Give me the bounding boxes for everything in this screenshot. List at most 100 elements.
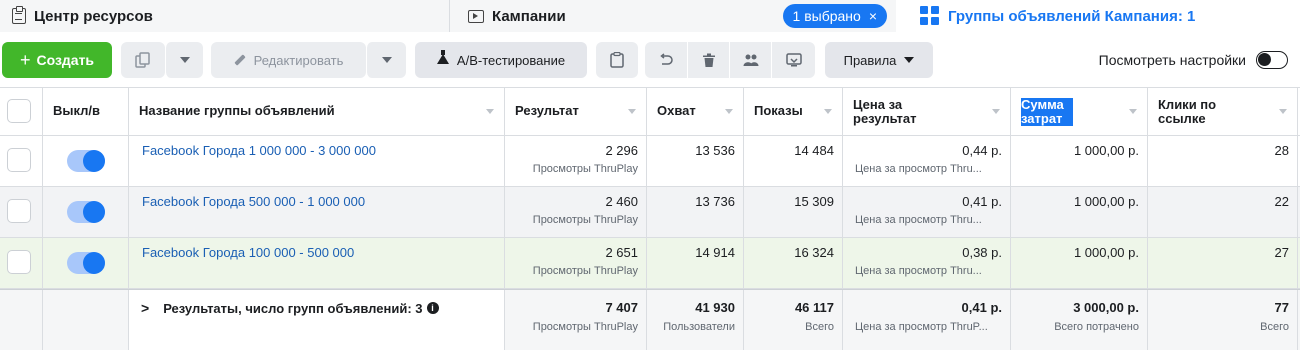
row-select-cell xyxy=(0,187,43,237)
chevron-down-icon xyxy=(179,57,190,63)
audience-button[interactable] xyxy=(729,42,771,78)
chevron-right-icon[interactable]: > xyxy=(141,300,149,316)
totals-spent-value: 3 000,00 р. xyxy=(1073,300,1139,315)
duplicate-button[interactable] xyxy=(121,42,165,78)
tab-adsets-label: Группы объявлений Кампания: 1 xyxy=(948,7,1196,25)
cost-value: 0,38 р. xyxy=(962,245,1002,260)
table-header: Выкл/в Название группы объявлений Резуль… xyxy=(0,87,1300,136)
row-impressions-cell: 16 324 xyxy=(744,238,843,288)
preview-button[interactable] xyxy=(771,42,815,78)
rules-button[interactable]: Правила xyxy=(825,42,933,78)
cost-subtext: Цена за просмотр Thru... xyxy=(855,214,982,226)
info-icon[interactable]: i xyxy=(426,302,439,314)
adset-toggle[interactable] xyxy=(67,201,105,223)
row-clicks-cell: 27 xyxy=(1148,238,1298,288)
sort-icon[interactable] xyxy=(1129,109,1137,114)
header-cost-per-result[interactable]: Цена за результат xyxy=(843,88,1011,135)
totals-empty-cell xyxy=(43,290,129,350)
clicks-value: 27 xyxy=(1274,245,1289,260)
people-icon xyxy=(743,54,758,66)
ab-test-button[interactable]: A/B-тестирование xyxy=(415,42,587,78)
row-checkbox[interactable] xyxy=(7,148,31,172)
header-select-cell xyxy=(0,88,43,135)
edit-button[interactable]: Редактировать xyxy=(211,42,366,78)
tab-resource-center[interactable]: Центр ресурсов xyxy=(0,0,448,32)
result-subtext: Просмотры ThruPlay xyxy=(532,265,638,277)
totals-clicks-cell: 77 Всего xyxy=(1148,290,1298,350)
sort-icon[interactable] xyxy=(824,109,832,114)
header-reach[interactable]: Охват xyxy=(647,88,744,135)
reach-value: 13 536 xyxy=(695,143,735,158)
adsets-grid-icon xyxy=(920,6,940,26)
header-spent[interactable]: Сумма затрат xyxy=(1011,88,1148,135)
row-spent-cell: 1 000,00 р. xyxy=(1011,238,1148,288)
report-button[interactable] xyxy=(596,42,638,78)
result-subtext: Просмотры ThruPlay xyxy=(532,214,638,226)
duplicate-dropdown-button[interactable] xyxy=(165,42,203,78)
plus-icon: + xyxy=(19,49,31,70)
result-subtext: Просмотры ThruPlay xyxy=(532,163,638,175)
cost-value: 0,41 р. xyxy=(962,194,1002,209)
clear-selection-icon[interactable]: × xyxy=(869,8,877,24)
sort-icon[interactable] xyxy=(725,109,733,114)
adset-name-link[interactable]: Facebook Города 1 000 000 - 3 000 000 xyxy=(142,143,376,158)
row-toggle-cell xyxy=(43,136,129,186)
header-clicks-label: Клики по ссылке xyxy=(1158,97,1217,126)
row-reach-cell: 13 736 xyxy=(647,187,744,237)
cost-subtext: Цена за просмотр Thru... xyxy=(855,265,982,277)
undo-button[interactable] xyxy=(645,42,687,78)
selected-count-pill[interactable]: 1 выбрано × xyxy=(782,4,887,28)
spent-value: 1 000,00 р. xyxy=(1073,143,1139,158)
totals-result-cell: 7 407 Просмотры ThruPlay xyxy=(505,290,647,350)
row-result-cell: 2 651 Просмотры ThruPlay xyxy=(505,238,647,288)
row-toggle-cell xyxy=(43,238,129,288)
adset-toggle[interactable] xyxy=(67,150,105,172)
select-all-checkbox[interactable] xyxy=(7,99,31,123)
undo-icon xyxy=(660,53,673,65)
header-name-label: Название группы объявлений xyxy=(139,103,335,118)
tab-campaigns[interactable]: Кампании 1 выбрано × xyxy=(449,0,895,32)
totals-reach-subtext: Пользователи xyxy=(663,321,735,333)
table-row[interactable]: Facebook Города 500 000 - 1 000 000 2 46… xyxy=(0,187,1300,238)
totals-cost-value: 0,41 р. xyxy=(961,300,1002,315)
adset-name-link[interactable]: Facebook Города 100 000 - 500 000 xyxy=(142,245,354,260)
delete-button[interactable] xyxy=(687,42,729,78)
toolbar: + Создать Редактировать A/B-тестирование xyxy=(0,42,1300,78)
sort-icon[interactable] xyxy=(992,109,1000,114)
spent-value: 1 000,00 р. xyxy=(1073,245,1139,260)
totals-result-value: 7 407 xyxy=(605,300,638,315)
view-settings-toggle[interactable] xyxy=(1256,51,1288,69)
totals-cost-cell: 0,41 р. Цена за просмотр ThruP... xyxy=(843,290,1011,350)
table-row[interactable]: Facebook Города 1 000 000 - 3 000 000 2 … xyxy=(0,136,1300,187)
header-impressions[interactable]: Показы xyxy=(744,88,843,135)
sort-icon[interactable] xyxy=(486,109,494,114)
row-reach-cell: 13 536 xyxy=(647,136,744,186)
header-toggle-label: Выкл/в xyxy=(53,103,101,118)
row-select-cell xyxy=(0,136,43,186)
table-row[interactable]: Facebook Города 100 000 - 500 000 2 651 … xyxy=(0,238,1300,289)
sort-icon[interactable] xyxy=(628,109,636,114)
header-name[interactable]: Название группы объявлений xyxy=(129,88,505,135)
header-result[interactable]: Результат xyxy=(505,88,647,135)
create-label: Создать xyxy=(36,52,95,68)
row-checkbox[interactable] xyxy=(7,250,31,274)
row-spent-cell: 1 000,00 р. xyxy=(1011,136,1148,186)
tab-resource-center-label: Центр ресурсов xyxy=(34,7,153,25)
row-checkbox[interactable] xyxy=(7,199,31,223)
adset-name-link[interactable]: Facebook Города 500 000 - 1 000 000 xyxy=(142,194,365,209)
impressions-value: 16 324 xyxy=(794,245,834,260)
result-value: 2 296 xyxy=(605,143,638,158)
trash-icon xyxy=(702,53,715,67)
edit-label: Редактировать xyxy=(253,52,344,68)
selected-count-label: 1 выбрано xyxy=(792,8,861,24)
edit-dropdown-button[interactable] xyxy=(366,42,406,78)
totals-label[interactable]: > Результаты, число групп объявлений: 3 … xyxy=(141,300,439,316)
row-result-cell: 2 460 Просмотры ThruPlay xyxy=(505,187,647,237)
tab-adsets[interactable]: Группы объявлений Кампания: 1 xyxy=(896,0,1300,32)
sort-icon[interactable] xyxy=(1279,109,1287,114)
adset-toggle[interactable] xyxy=(67,252,105,274)
view-settings-label: Посмотреть настройки xyxy=(1098,52,1246,68)
create-button[interactable]: + Создать xyxy=(2,42,112,78)
header-toggle[interactable]: Выкл/в xyxy=(43,88,129,135)
header-link-clicks[interactable]: Клики по ссылке xyxy=(1148,88,1298,135)
